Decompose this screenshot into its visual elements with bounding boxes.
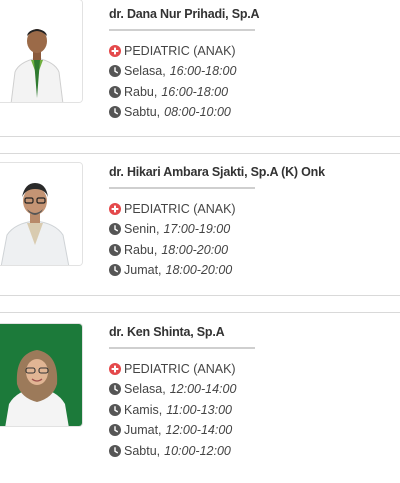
schedule-row: Senin, 17:00-19:00 — [109, 219, 325, 240]
clock-icon — [109, 444, 121, 457]
doctor-name: dr. Hikari Ambara Sjakti, Sp.A (K) Onk — [109, 165, 325, 179]
schedule-row: Sabtu, 10:00-12:00 — [109, 441, 255, 462]
schedule-day: Sabtu, — [124, 105, 161, 120]
clock-icon — [109, 424, 121, 437]
schedule-day: Rabu, — [124, 84, 158, 99]
clock-icon — [109, 403, 121, 416]
schedule-row: Rabu, 18:00-20:00 — [109, 240, 325, 261]
divider — [109, 347, 255, 349]
doctor-card[interactable]: dr. Dana Nur Prihadi, Sp.A PEDIATRIC (AN… — [0, 0, 400, 137]
schedule-row: Jumat, 12:00-14:00 — [109, 420, 255, 441]
schedule-day: Rabu, — [124, 242, 158, 257]
doctor-portrait-icon — [0, 163, 82, 265]
specialty: PEDIATRIC (ANAK) — [109, 199, 325, 219]
schedule-time: 16:00-18:00 — [169, 64, 237, 79]
divider — [109, 187, 255, 189]
schedule-time: 17:00-19:00 — [163, 222, 231, 237]
specialty-label: PEDIATRIC (ANAK) — [124, 362, 236, 376]
specialty: PEDIATRIC (ANAK) — [109, 359, 255, 379]
clock-icon — [109, 223, 121, 236]
medical-cross-icon — [109, 45, 121, 57]
schedule-day: Senin, — [124, 222, 160, 237]
schedule-time: 12:00-14:00 — [165, 423, 233, 438]
schedule-time: 16:00-18:00 — [161, 84, 229, 99]
schedule-row: Rabu, 16:00-18:00 — [109, 82, 259, 103]
schedule-day: Jumat, — [124, 423, 162, 438]
schedule-time: 11:00-13:00 — [166, 402, 232, 417]
schedule-row: Jumat, 18:00-20:00 — [109, 260, 325, 281]
doctor-name: dr. Ken Shinta, Sp.A — [109, 325, 225, 339]
specialty-label: PEDIATRIC (ANAK) — [124, 44, 236, 58]
medical-cross-icon — [109, 363, 121, 375]
schedule-time: 18:00-20:00 — [161, 242, 229, 257]
clock-icon — [109, 383, 121, 396]
clock-icon — [109, 65, 121, 78]
doctor-photo — [0, 0, 83, 103]
schedule-time: 10:00-12:00 — [164, 443, 231, 458]
schedule-time: 12:00-14:00 — [169, 382, 237, 397]
doctor-photo — [0, 162, 83, 266]
schedule-row: Selasa, 16:00-18:00 — [109, 61, 259, 82]
schedule-day: Jumat, — [124, 263, 162, 278]
specialty: PEDIATRIC (ANAK) — [109, 41, 259, 61]
divider — [109, 29, 255, 31]
schedule-day: Selasa, — [124, 64, 166, 79]
doctor-photo — [0, 323, 83, 427]
clock-icon — [109, 106, 121, 119]
schedule-day: Kamis, — [124, 402, 163, 417]
medical-cross-icon — [109, 203, 121, 215]
schedule-row: Selasa, 12:00-14:00 — [109, 379, 255, 400]
clock-icon — [109, 85, 121, 98]
doctor-name: dr. Dana Nur Prihadi, Sp.A — [109, 7, 260, 21]
clock-icon — [109, 264, 121, 277]
doctor-card[interactable]: dr. Ken Shinta, Sp.A PEDIATRIC (ANAK) Se… — [0, 312, 400, 483]
clock-icon — [109, 243, 121, 256]
schedule-row: Kamis, 11:00-13:00 — [109, 400, 255, 421]
specialty-label: PEDIATRIC (ANAK) — [124, 202, 236, 216]
doctor-card[interactable]: dr. Hikari Ambara Sjakti, Sp.A (K) Onk P… — [0, 153, 400, 296]
doctor-portrait-icon — [0, 324, 82, 426]
schedule-day: Sabtu, — [124, 443, 161, 458]
schedule-row: Sabtu, 08:00-10:00 — [109, 102, 259, 123]
doctor-portrait-icon — [0, 0, 82, 102]
schedule-time: 18:00-20:00 — [165, 263, 233, 278]
schedule-day: Selasa, — [124, 382, 166, 397]
schedule-time: 08:00-10:00 — [164, 105, 231, 120]
